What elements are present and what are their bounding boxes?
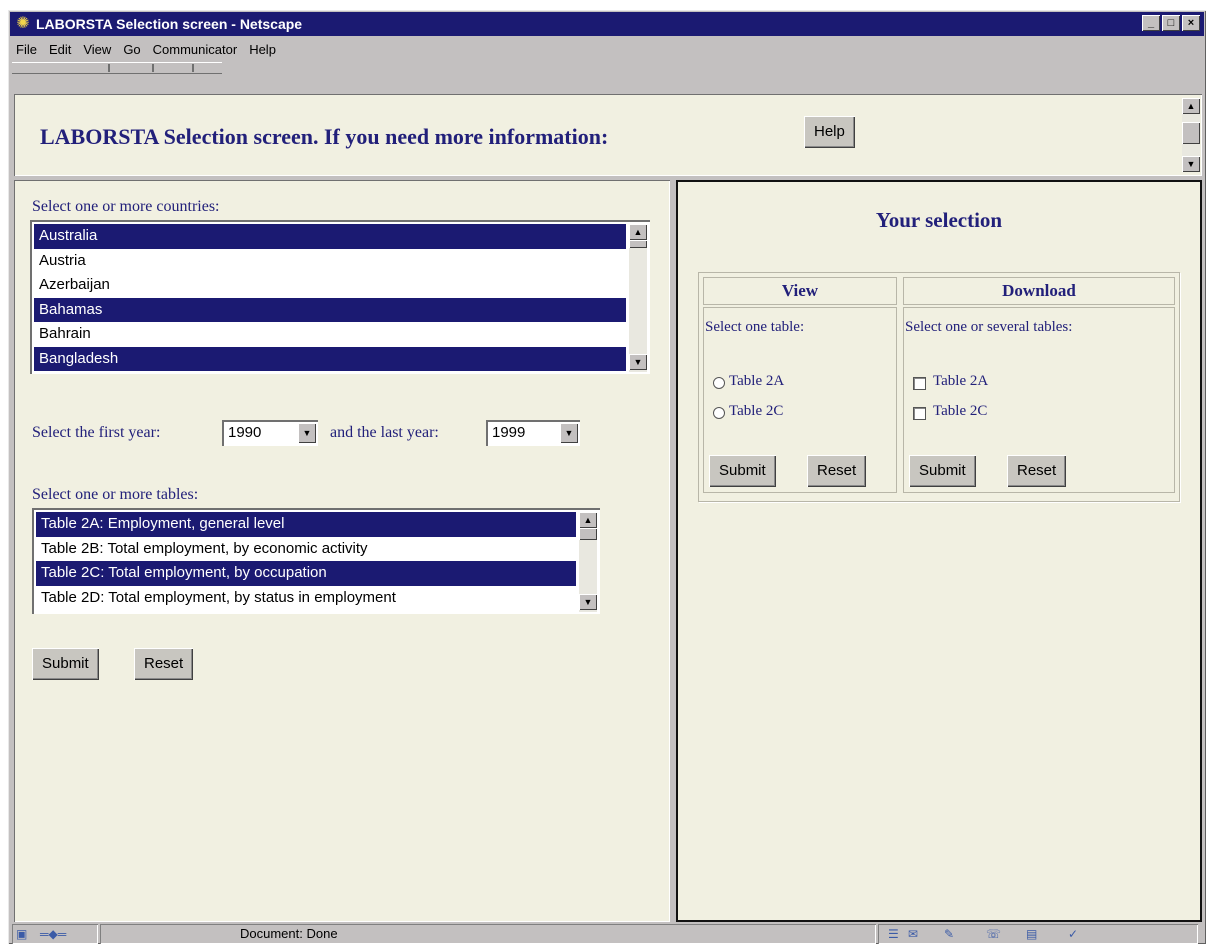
list-item[interactable]: Table 2D: Total employment, by status in… [36, 586, 576, 611]
first-year-value: 1990 [228, 424, 262, 441]
menu-help[interactable]: Help [249, 42, 276, 57]
list-item[interactable]: Austria [34, 249, 626, 274]
submit-button[interactable]: Submit [32, 648, 99, 680]
component-bar: ☰ ✉ ✎ ☏ ▤ ✓ [878, 924, 1198, 944]
minimize-icon[interactable]: _ [1142, 15, 1160, 31]
view-submit-button[interactable]: Submit [709, 455, 776, 487]
selection-heading: Your selection [875, 208, 1003, 232]
view-option-label: Table 2C [729, 403, 784, 419]
view-reset-button[interactable]: Reset [807, 455, 867, 487]
status-text: Document: Done [240, 926, 338, 941]
top-frame-scrollbar[interactable]: ▲ ▼ [1182, 98, 1200, 172]
download-checkbox-table-2a[interactable] [913, 377, 926, 390]
countries-scrollbar[interactable]: ▲ ▼ [629, 224, 647, 372]
scroll-thumb[interactable] [1182, 122, 1200, 144]
view-column: View Select one table: Table 2A Table 2C… [703, 277, 897, 497]
right-frame: Your selection View Select one table: Ta… [676, 180, 1202, 922]
scroll-thumb[interactable] [629, 240, 647, 248]
navigator-icon[interactable]: ☰ [888, 927, 904, 941]
lock-icon[interactable]: ▣ [16, 927, 32, 941]
list-item[interactable]: Azerbaijan [34, 273, 626, 298]
window-title: LABORSTA Selection screen - Netscape [36, 16, 303, 32]
download-option-label: Table 2A [933, 373, 989, 389]
view-option-label: Table 2A [729, 373, 785, 389]
scroll-down-icon[interactable]: ▼ [1182, 156, 1200, 172]
countries-listbox[interactable]: Australia Austria Azerbaijan Bahamas Bah… [30, 220, 650, 374]
close-icon[interactable]: × [1182, 15, 1200, 31]
status-text-cell: Document: Done [100, 924, 876, 944]
first-year-select[interactable]: 1990 ▼ [222, 420, 318, 446]
list-item[interactable]: Table 2B: Total employment, by economic … [36, 537, 576, 562]
tables-scrollbar[interactable]: ▲ ▼ [579, 512, 597, 612]
title-bar: ✺ LABORSTA Selection screen - Netscape _… [10, 12, 1204, 36]
download-header: Download [903, 277, 1175, 305]
menu-edit[interactable]: Edit [49, 42, 71, 57]
menu-bar: File Edit View Go Communicator Help [12, 38, 276, 60]
download-option-label: Table 2C [933, 403, 988, 419]
maximize-icon[interactable]: □ [1162, 15, 1180, 31]
tables-label: Select one or more tables: [32, 486, 199, 503]
scroll-up-icon[interactable]: ▲ [1182, 98, 1200, 114]
view-radio-table-2a[interactable] [713, 377, 725, 389]
top-frame: LABORSTA Selection screen. If you need m… [14, 94, 1202, 176]
toolbar-grip[interactable] [12, 62, 222, 74]
countries-label: Select one or more countries: [32, 198, 220, 215]
view-instruction: Select one table: [705, 319, 805, 335]
composer-icon[interactable]: ▤ [1026, 927, 1042, 941]
last-year-select[interactable]: 1999 ▼ [486, 420, 580, 446]
reset-button[interactable]: Reset [134, 648, 194, 680]
list-item[interactable]: Australia [34, 224, 626, 249]
selection-table: View Select one table: Table 2A Table 2C… [698, 272, 1180, 502]
help-button[interactable]: Help [804, 116, 855, 148]
download-instruction: Select one or several tables: [905, 319, 1073, 335]
last-year-value: 1999 [492, 424, 526, 441]
scroll-down-icon[interactable]: ▼ [629, 354, 647, 370]
download-checkbox-table-2c[interactable] [913, 407, 926, 420]
page-title: LABORSTA Selection screen. If you need m… [40, 124, 609, 149]
connection-icon: ═◆═ [40, 927, 67, 941]
window-controls: _ □ × [1142, 15, 1200, 31]
edit-icon[interactable]: ✓ [1068, 927, 1084, 941]
status-bar: ▣ ═◆═ Document: Done ☰ ✉ ✎ ☏ ▤ ✓ [12, 924, 1202, 944]
scroll-down-icon[interactable]: ▼ [579, 594, 597, 610]
list-item[interactable]: Bahamas [34, 297, 626, 322]
view-header: View [703, 277, 897, 305]
scroll-up-icon[interactable]: ▲ [629, 224, 647, 240]
menu-communicator[interactable]: Communicator [153, 42, 238, 57]
newsgroups-icon[interactable]: ✎ [944, 927, 960, 941]
menu-go[interactable]: Go [123, 42, 140, 57]
list-item[interactable]: Table 2C: Total employment, by occupatio… [36, 561, 576, 586]
chevron-down-icon[interactable]: ▼ [298, 423, 316, 443]
netscape-app-icon: ✺ [16, 15, 30, 32]
list-item[interactable]: Bahrain [34, 322, 626, 347]
menu-view[interactable]: View [83, 42, 111, 57]
scroll-thumb[interactable] [579, 528, 597, 540]
list-item[interactable]: Table 2A: Employment, general level [36, 512, 576, 537]
download-column: Download Select one or several tables: T… [903, 277, 1175, 497]
view-radio-table-2c[interactable] [713, 407, 725, 419]
left-frame: Select one or more countries: Australia … [14, 180, 670, 922]
tables-listbox[interactable]: Table 2A: Employment, general level Tabl… [32, 508, 600, 614]
first-year-label: Select the first year: [32, 424, 161, 441]
last-year-label: and the last year: [330, 424, 439, 441]
scroll-up-icon[interactable]: ▲ [579, 512, 597, 528]
mail-icon[interactable]: ✉ [908, 927, 924, 941]
download-submit-button[interactable]: Submit [909, 455, 976, 487]
download-reset-button[interactable]: Reset [1007, 455, 1067, 487]
list-item[interactable]: Bangladesh [34, 346, 626, 371]
address-book-icon[interactable]: ☏ [986, 927, 1002, 941]
security-cell: ▣ ═◆═ [12, 924, 98, 944]
menu-file[interactable]: File [16, 42, 37, 57]
chevron-down-icon[interactable]: ▼ [560, 423, 578, 443]
browser-window: ✺ LABORSTA Selection screen - Netscape _… [8, 10, 1206, 944]
